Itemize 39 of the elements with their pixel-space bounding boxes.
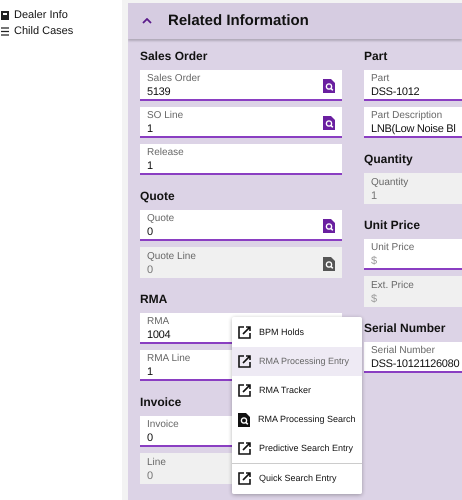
field-label: RMA [147,316,170,328]
field-value: 0 [147,263,153,277]
section-title: Related Information [168,10,309,31]
field-value: 5139 [147,85,170,99]
group-heading: Invoice [140,395,182,409]
field-label: Part [371,73,390,85]
field-value: LNB(Low Noise Bl [371,122,456,136]
group-heading: Unit Price [364,218,422,232]
field-placeholder: $ [371,254,378,268]
group-heading: Quantity [364,152,414,166]
group-heading: RMA [140,292,168,306]
field-value: DSS-10121126080 [371,357,460,371]
field-value: 0 [147,469,153,483]
field-value: 0 [147,225,153,239]
field-label: Release [147,147,184,159]
field-value: 1 [371,189,377,203]
field-label: Quantity [371,177,408,189]
field-value: 1 [147,365,153,379]
group-heading: Quote [140,189,176,203]
field-label: Unit Price [371,242,414,254]
field-placeholder: $ [371,292,378,306]
field-value: 1004 [147,328,170,342]
group-heading: Serial Number [364,321,446,335]
field-label: Quote [147,213,174,225]
field-label: Invoice [147,419,179,431]
field-label: Ext. Price [371,280,414,292]
field-label: Sales Order [147,73,200,85]
field-label: RMA Line [147,353,190,365]
field-value: 1 [147,159,153,173]
field-value: DSS-1012 [371,85,420,99]
field-label: Part Description [371,110,442,122]
field-value: 1 [147,122,153,136]
group-heading: Sales Order [140,49,208,63]
group-heading: Part [364,49,388,63]
field-value: 0 [147,431,153,445]
field-label: SO Line [147,110,184,122]
field-label: Serial Number [371,345,435,357]
field-label: Line [147,457,166,469]
field-label: Quote Line [147,251,196,263]
